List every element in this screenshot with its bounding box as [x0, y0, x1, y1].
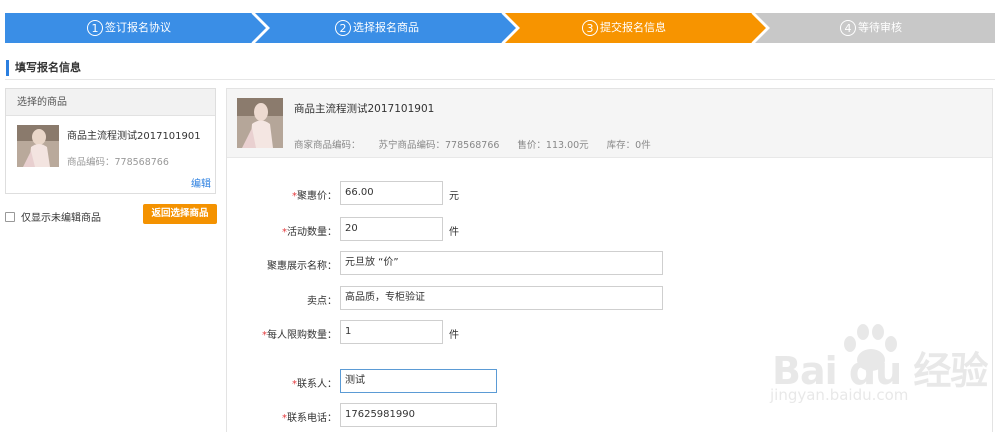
selling-point-input[interactable]: 高品质，专柜验证: [340, 286, 663, 310]
baidu-watermark: Bai du 经验 jingyan.baidu.com: [764, 322, 996, 414]
step-2-number: 2: [335, 20, 351, 36]
phone-input[interactable]: 17625981990: [340, 403, 497, 427]
step-3-number: 3: [582, 20, 598, 36]
display-name-input[interactable]: 元旦放 “价”: [340, 251, 663, 275]
quantity-unit: 件: [449, 227, 459, 238]
step-1-label: 签订报名协议: [105, 21, 171, 34]
selected-product-name: 商品主流程测试2017101901: [67, 131, 201, 142]
product-image: [237, 98, 283, 148]
display-name-label: 聚惠展示名称：: [267, 261, 337, 272]
step-4-label: 等待审核: [858, 21, 902, 34]
contact-label: *联系人：: [292, 379, 337, 390]
quantity-label: *活动数量：: [282, 227, 337, 238]
product-stock: 库存：0件: [606, 140, 651, 151]
quantity-input[interactable]: 20: [340, 217, 443, 241]
price-unit: 元: [449, 191, 459, 202]
back-to-select-button[interactable]: 返回选择商品: [143, 204, 217, 224]
step-3-label: 提交报名信息: [600, 21, 666, 34]
watermark-sub: jingyan.baidu.com: [770, 386, 909, 404]
merchant-code: 商家商品编码：: [294, 140, 361, 151]
limit-label: *每人限购数量：: [262, 330, 337, 341]
section-divider: [5, 79, 995, 80]
step-4-number: 4: [840, 20, 856, 36]
progress-steps: 1 签订报名协议 2 选择报名商品 3 提交报名信息 4 等待审核: [5, 13, 995, 43]
suning-code: 苏宁商品编码：778568766: [378, 140, 500, 151]
contact-input[interactable]: 测试: [340, 369, 497, 393]
product-summary: 商品主流程测试2017101901 商家商品编码： 苏宁商品编码：7785687…: [227, 89, 992, 158]
selected-products-panel: 选择的商品 商品主流程测试2017101901 商品编码：778568766 编…: [5, 88, 216, 194]
only-unedited-label: 仅显示未编辑商品: [21, 213, 101, 224]
limit-unit: 件: [449, 330, 459, 341]
selected-products-header: 选择的商品: [6, 89, 215, 116]
phone-label: *联系电话：: [282, 413, 337, 424]
product-thumbnail-image: [17, 125, 59, 167]
price-input[interactable]: 66.00: [340, 181, 443, 205]
product-image-graphic: [237, 98, 283, 148]
section-title: 填写报名信息: [6, 60, 81, 76]
only-unedited-checkbox[interactable]: [5, 211, 15, 222]
selling-point-label: 卖点：: [307, 296, 337, 307]
step-4: 4 等待审核: [840, 13, 902, 43]
product-thumbnail[interactable]: [17, 125, 59, 167]
edit-link[interactable]: 编辑: [191, 175, 211, 190]
only-unedited-filter[interactable]: 仅显示未编辑商品: [5, 209, 101, 224]
product-price: 售价：113.00元: [517, 140, 589, 151]
step-3: 3 提交报名信息: [582, 13, 666, 43]
limit-input[interactable]: 1: [340, 320, 443, 344]
step-2-label: 选择报名商品: [353, 21, 419, 34]
selected-product-code: 商品编码：778568766: [67, 157, 169, 168]
step-2: 2 选择报名商品: [335, 13, 419, 43]
step-1-number: 1: [87, 20, 103, 36]
step-1: 1 签订报名协议: [87, 13, 171, 43]
price-label: *聚惠价：: [292, 191, 337, 202]
product-name: 商品主流程测试2017101901: [294, 103, 435, 115]
product-meta: 商家商品编码： 苏宁商品编码：778568766 售价：113.00元 库存：0…: [294, 137, 669, 151]
